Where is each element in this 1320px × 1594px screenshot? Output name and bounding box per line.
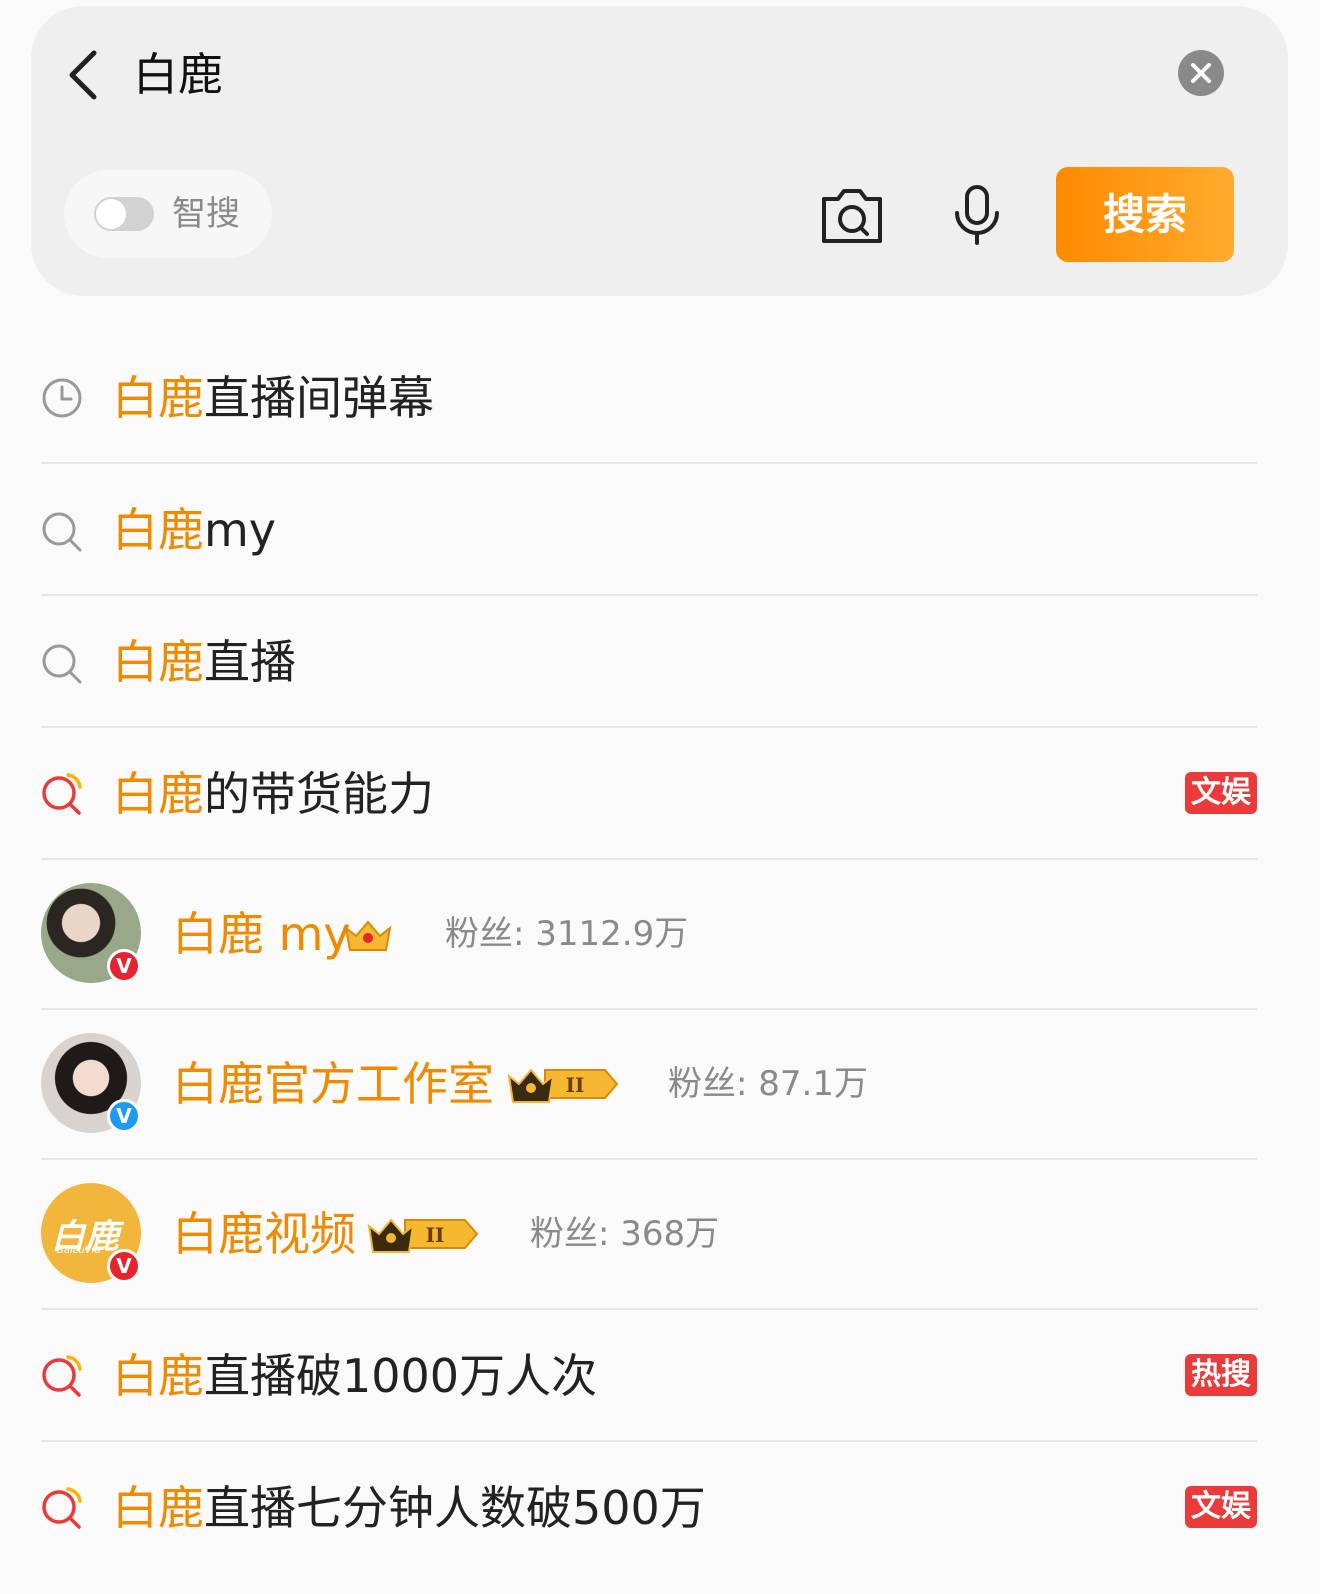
svg-text:II: II [426,1223,445,1247]
hot-search-icon [42,1487,82,1529]
avatar: V [41,883,141,983]
hot-search-icon [42,1355,82,1397]
suggestion-text: 白鹿直播 [112,635,296,689]
suggestion-row-history[interactable]: 白鹿直播间弹幕 [0,334,1320,464]
smart-search-label: 智搜 [172,194,240,234]
suggestion-text: 白鹿的带货能力 [112,767,434,821]
avatar: V [41,1033,141,1133]
smart-search-toggle[interactable]: 智搜 [64,170,272,258]
category-tag: 文娱 [1185,772,1257,814]
camera-button[interactable] [818,183,886,247]
voice-button[interactable] [948,183,1006,247]
clock-icon [42,378,82,418]
verified-blue-icon: V [107,1099,141,1133]
avatar: 白鹿 BaiLuVid V [41,1183,141,1283]
clear-button[interactable] [1178,50,1224,96]
search-icon [42,512,82,552]
crown-badge-icon [344,920,392,951]
hot-suggestion-row[interactable]: 白鹿直播七分钟人数破500万 文娱 [0,1442,1320,1574]
verified-red-icon: V [107,1249,141,1283]
suggestion-text: 白鹿直播间弹幕 [112,371,434,425]
hot-tag: 热搜 [1185,1354,1257,1396]
fans-count: 粉丝: 3112.9万 [445,914,689,954]
suggestion-row[interactable]: 白鹿直播 [0,596,1320,728]
member-level-badge-icon: II [367,1218,479,1253]
suggestion-text: 白鹿my [112,503,277,557]
search-icon [42,644,82,684]
fans-count: 粉丝: 87.1万 [668,1064,868,1104]
user-row[interactable]: V 白鹿官方工作室 II 粉丝: 87.1万 [0,1010,1320,1160]
camera-icon [822,189,882,243]
user-row[interactable]: V 白鹿 my 粉丝: 3112.9万 [0,860,1320,1010]
search-button[interactable]: 搜索 [1056,167,1234,262]
suggestion-text: 白鹿直播破1000万人次 [112,1349,598,1403]
category-tag: 文娱 [1185,1486,1257,1528]
hot-suggestion-row[interactable]: 白鹿的带货能力 文娱 [0,728,1320,860]
hot-suggestion-row[interactable]: 白鹿直播破1000万人次 热搜 [0,1310,1320,1442]
toggle-switch[interactable] [94,197,154,231]
user-name: 白鹿官方工作室 [172,1057,494,1111]
close-icon [1191,63,1211,83]
chevron-left-icon [69,50,97,100]
suggestion-text: 白鹿直播七分钟人数破500万 [112,1481,706,1535]
search-input[interactable]: 白鹿 [133,42,223,108]
user-name: 白鹿 my [172,907,351,961]
suggestion-row[interactable]: 白鹿my [0,464,1320,596]
svg-text:II: II [566,1073,585,1097]
back-button[interactable] [60,45,112,105]
user-row[interactable]: 白鹿 BaiLuVid V 白鹿视频 II 粉丝: 368万 [0,1160,1320,1310]
fans-count: 粉丝: 368万 [530,1214,720,1254]
user-name: 白鹿视频 [172,1207,356,1261]
verified-red-icon: V [107,949,141,983]
hot-search-icon [42,773,82,815]
member-level-badge-icon: II [507,1068,619,1103]
microphone-icon [955,185,999,245]
